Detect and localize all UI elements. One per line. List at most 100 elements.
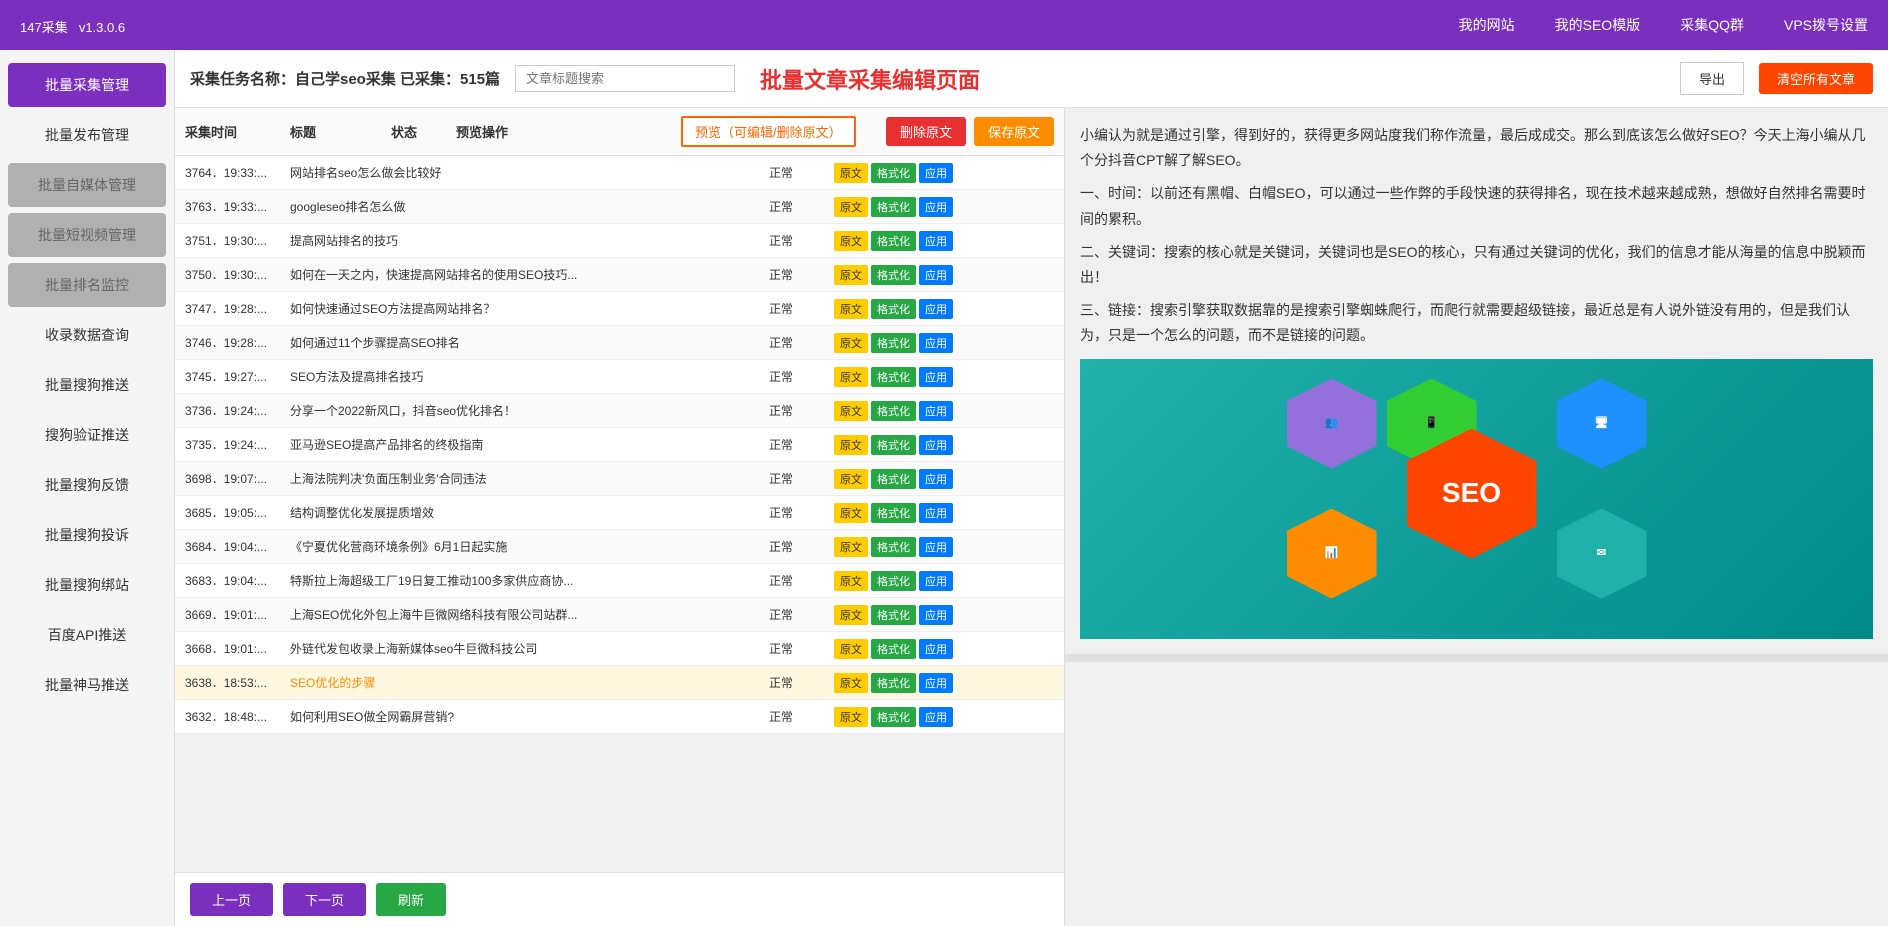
op-btn-original[interactable]: 原文 [834,435,868,455]
op-btn-apply[interactable]: 应用 [919,639,953,659]
op-btn-original[interactable]: 原文 [834,231,868,251]
op-btn-apply[interactable]: 应用 [919,367,953,387]
op-btn-original[interactable]: 原文 [834,333,868,353]
op-btn-apply[interactable]: 应用 [919,299,953,319]
horizontal-scrollbar[interactable] [1065,654,1888,662]
sidebar-item-batch-sogou-complaint[interactable]: 批量搜狗投诉 [8,513,166,557]
table-row[interactable]: 3750．19:30:... 如何在一天之内，快速提高网站排名的使用SEO技巧.… [175,258,1064,292]
op-btn-apply[interactable]: 应用 [919,673,953,693]
sidebar-item-batch-publish[interactable]: 批量发布管理 [8,113,166,157]
sidebar-item-batch-sogou-bind[interactable]: 批量搜狗绑站 [8,563,166,607]
cell-status: 正常 [769,504,829,521]
op-btn-apply[interactable]: 应用 [919,265,953,285]
table-row[interactable]: 3736．19:24:... 分享一个2022新风口，抖音seo优化排名！ 正常… [175,394,1064,428]
op-btn-apply[interactable]: 应用 [919,469,953,489]
op-btn-original[interactable]: 原文 [834,503,868,523]
clear-all-button[interactable]: 清空所有文章 [1759,63,1873,94]
table-row[interactable]: 3632．18:48:... 如何利用SEO做全网霸屏营销? 正常 原文 格式化… [175,700,1064,734]
op-btn-apply[interactable]: 应用 [919,605,953,625]
table-row[interactable]: 3747．19:28:... 如何快速通过SEO方法提高网站排名？ 正常 原文 … [175,292,1064,326]
table-row[interactable]: 3638．18:53:... SEO优化的步骤 正常 原文 格式化 应用 [175,666,1064,700]
cell-status: 正常 [769,198,829,215]
op-btn-original[interactable]: 原文 [834,265,868,285]
table-area: 采集时间 标题 状态 预览操作 预览（可编辑/删除原文） 删除原文 保存原文 3… [175,108,1888,926]
op-btn-original[interactable]: 原文 [834,469,868,489]
table-row[interactable]: 3763．19:33:... googleseo排名怎么做 正常 原文 格式化 … [175,190,1064,224]
table-row[interactable]: 3685．19:05:... 结构调整优化发展提质增效 正常 原文 格式化 应用 [175,496,1064,530]
right-content: 小编认为就是通过引擎，得到好的，获得更多网站度我们称作流量，最后成成交。那么到底… [1065,108,1888,654]
op-btn-original[interactable]: 原文 [834,707,868,727]
op-btn-original[interactable]: 原文 [834,163,868,183]
table-row[interactable]: 3683．19:04:... 特斯拉上海超级工厂19日复工推动100多家供应商协… [175,564,1064,598]
op-btn-original[interactable]: 原文 [834,605,868,625]
sidebar-item-data-query[interactable]: 收录数据查询 [8,313,166,357]
op-btn-apply[interactable]: 应用 [919,231,953,251]
op-btn-apply[interactable]: 应用 [919,435,953,455]
op-btn-original[interactable]: 原文 [834,367,868,387]
op-btn-format[interactable]: 格式化 [871,197,916,217]
table-row[interactable]: 3698．19:07:... 上海法院判决'负面压制业务'合同违法 正常 原文 … [175,462,1064,496]
table-row[interactable]: 3745．19:27:... SEO方法及提高排名技巧 正常 原文 格式化 应用 [175,360,1064,394]
op-btn-format[interactable]: 格式化 [871,265,916,285]
op-btn-apply[interactable]: 应用 [919,571,953,591]
table-row[interactable]: 3746．19:28:... 如何通过11个步骤提高SEO排名 正常 原文 格式… [175,326,1064,360]
op-btn-apply[interactable]: 应用 [919,707,953,727]
op-btn-original[interactable]: 原文 [834,537,868,557]
nav-vps-settings[interactable]: VPS拨号设置 [1784,15,1868,35]
nav-seo-template[interactable]: 我的SEO模版 [1555,15,1641,35]
op-btn-format[interactable]: 格式化 [871,571,916,591]
sidebar-item-baidu-api[interactable]: 百度API推送 [8,613,166,657]
prev-page-button[interactable]: 上一页 [190,883,273,916]
op-btn-original[interactable]: 原文 [834,197,868,217]
op-btn-format[interactable]: 格式化 [871,639,916,659]
op-btn-format[interactable]: 格式化 [871,163,916,183]
op-btn-format[interactable]: 格式化 [871,299,916,319]
op-btn-format[interactable]: 格式化 [871,503,916,523]
next-page-button[interactable]: 下一页 [283,883,366,916]
table-row[interactable]: 3669．19:01:... 上海SEO优化外包上海牛巨微网络科技有限公司站群.… [175,598,1064,632]
op-btn-format[interactable]: 格式化 [871,333,916,353]
nav-qq-group[interactable]: 采集QQ群 [1680,15,1744,35]
op-btn-apply[interactable]: 应用 [919,163,953,183]
search-input[interactable] [515,65,735,92]
op-btn-apply[interactable]: 应用 [919,197,953,217]
sidebar-item-sogou-verify[interactable]: 搜狗验证推送 [8,413,166,457]
op-btn-original[interactable]: 原文 [834,571,868,591]
op-btn-original[interactable]: 原文 [834,299,868,319]
op-btn-apply[interactable]: 应用 [919,503,953,523]
op-btn-format[interactable]: 格式化 [871,435,916,455]
op-btn-apply[interactable]: 应用 [919,537,953,557]
op-btn-format[interactable]: 格式化 [871,537,916,557]
table-row[interactable]: 3751．19:30:... 提高网站排名的技巧 正常 原文 格式化 应用 [175,224,1064,258]
op-btn-format[interactable]: 格式化 [871,469,916,489]
nav-my-website[interactable]: 我的网站 [1459,15,1515,35]
content: 采集任务名称：自己学seo采集 已采集：515篇 批量文章采集编辑页面 导出 清… [175,50,1888,926]
refresh-button[interactable]: 刷新 [376,883,446,916]
op-btn-original[interactable]: 原文 [834,639,868,659]
preview-header-button[interactable]: 预览（可编辑/删除原文） [681,116,856,147]
sidebar-item-batch-shenma[interactable]: 批量神马推送 [8,663,166,707]
save-original-button[interactable]: 保存原文 [974,117,1054,146]
sidebar-item-batch-sogou-feedback[interactable]: 批量搜狗反馈 [8,463,166,507]
op-btn-format[interactable]: 格式化 [871,707,916,727]
table-row[interactable]: 3764．19:33:... 网站排名seo怎么做会比较好 正常 原文 格式化 … [175,156,1064,190]
delete-original-button[interactable]: 删除原文 [886,117,966,146]
op-btn-format[interactable]: 格式化 [871,367,916,387]
cell-time: 3747．19:28:... [185,300,285,317]
sidebar-item-batch-sogou-push[interactable]: 批量搜狗推送 [8,363,166,407]
cell-title: googleseo排名怎么做 [290,198,764,215]
op-btn-original[interactable]: 原文 [834,401,868,421]
op-btn-original[interactable]: 原文 [834,673,868,693]
op-btn-format[interactable]: 格式化 [871,605,916,625]
op-btn-format[interactable]: 格式化 [871,673,916,693]
table-row[interactable]: 3684．19:04:... 《宁夏优化营商环境条例》6月1日起实施 正常 原文… [175,530,1064,564]
sidebar-item-batch-collect[interactable]: 批量采集管理 [8,63,166,107]
table-row[interactable]: 3735．19:24:... 亚马逊SEO提高产品排名的终极指南 正常 原文 格… [175,428,1064,462]
op-btn-apply[interactable]: 应用 [919,333,953,353]
op-btn-format[interactable]: 格式化 [871,401,916,421]
op-btn-format[interactable]: 格式化 [871,231,916,251]
table-row[interactable]: 3668．19:01:... 外链代发包收录上海新媒体seo牛巨微科技公司 正常… [175,632,1064,666]
op-btn-apply[interactable]: 应用 [919,401,953,421]
cell-time: 3685．19:05:... [185,504,285,521]
export-button[interactable]: 导出 [1680,62,1744,95]
